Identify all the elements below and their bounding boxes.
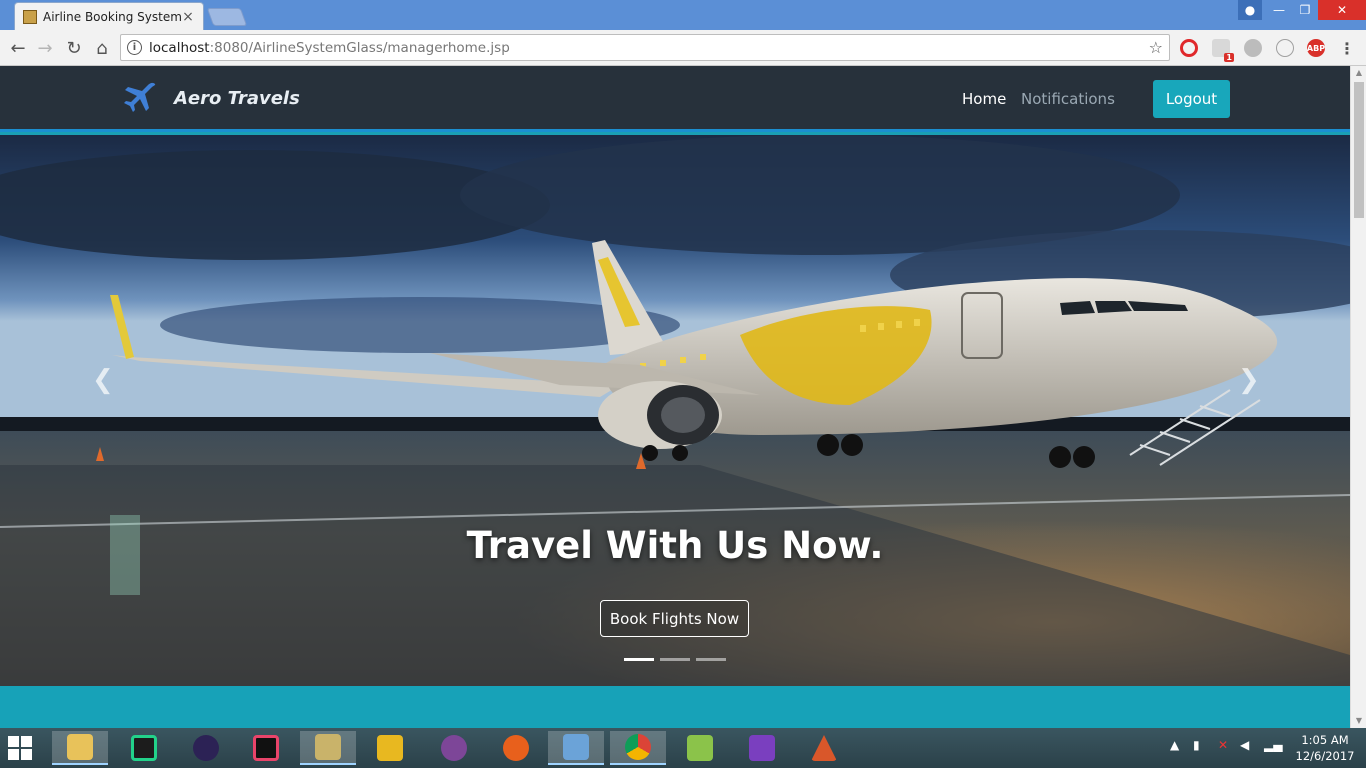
extension-icon-2[interactable] [1276, 39, 1294, 57]
eclipse-icon[interactable] [178, 731, 234, 765]
browser-tab[interactable]: Airline Booking System × [14, 2, 204, 30]
logout-button[interactable]: Logout [1153, 80, 1230, 118]
tab-close-icon[interactable]: × [181, 9, 195, 25]
pycharm-icon[interactable] [116, 731, 172, 765]
book-flights-button[interactable]: Book Flights Now [600, 600, 749, 637]
brand[interactable]: Aero Travels [122, 80, 300, 116]
extension-badge: 1 [1224, 53, 1234, 62]
signal-icon[interactable]: ▂▄ [1264, 738, 1282, 752]
back-arrow-icon[interactable]: ← [6, 36, 30, 60]
opera-extension-icon[interactable] [1180, 39, 1198, 57]
firefox-icon[interactable] [488, 731, 544, 765]
volume-icon[interactable]: ◀ [1240, 738, 1249, 752]
page-viewport: Aero Travels Home Notifications Logout ❮… [0, 66, 1350, 728]
address-bar[interactable]: i localhost:8080/AirlineSystemGlass/mana… [120, 34, 1170, 61]
tor-browser-icon[interactable] [426, 731, 482, 765]
hero-carousel: ❮ ❯ Travel With Us Now. Book Flights Now [0, 135, 1350, 686]
browser-menu-icon[interactable]: ⋮ [1338, 39, 1356, 58]
hero-caption: Travel With Us Now. [466, 524, 884, 567]
tray-expand-icon[interactable]: ▲ [1170, 738, 1179, 752]
minimize-button[interactable]: — [1266, 0, 1292, 20]
clock-time: 1:05 AM [1301, 733, 1349, 747]
app-grid-icon[interactable] [362, 731, 418, 765]
page-section-band [0, 686, 1350, 728]
site-favicon-icon [23, 9, 37, 24]
shield-extension-icon[interactable]: 1 [1212, 39, 1234, 62]
notepad-plus-plus-icon[interactable] [672, 731, 728, 765]
carousel-indicator-2[interactable] [660, 658, 690, 661]
visual-studio-icon[interactable] [734, 731, 790, 765]
bookmark-star-icon[interactable]: ☆ [1149, 38, 1163, 57]
brand-name: Aero Travels [174, 87, 300, 109]
home-icon[interactable]: ⌂ [90, 36, 114, 60]
maximize-button[interactable]: ❐ [1292, 0, 1318, 20]
nav-notifications-link[interactable]: Notifications [1021, 90, 1115, 108]
system-clock[interactable]: 1:05 AM 12/6/2017 [1290, 732, 1360, 764]
file-explorer-icon[interactable] [52, 731, 108, 765]
virtualbox-icon[interactable] [548, 731, 604, 765]
device-icon[interactable]: ▮ [1193, 738, 1200, 752]
chrome-icon[interactable] [610, 731, 666, 765]
site-info-icon[interactable]: i [127, 40, 142, 55]
scrollbar-thumb[interactable] [1354, 82, 1364, 218]
page-scrollbar[interactable]: ▲ ▼ [1350, 66, 1366, 728]
carousel-prev-icon[interactable]: ❮ [92, 365, 114, 395]
profile-icon[interactable]: ● [1238, 0, 1262, 20]
scroll-down-icon[interactable]: ▼ [1351, 714, 1366, 728]
extension-icon[interactable] [1244, 39, 1262, 57]
carousel-next-icon[interactable]: ❯ [1238, 365, 1260, 395]
carousel-indicator-1[interactable] [624, 658, 654, 661]
new-tab-button[interactable] [206, 8, 248, 26]
url-path: :8080/AirlineSystemGlass/managerhome.jsp [209, 39, 510, 56]
matlab-icon[interactable] [796, 731, 852, 765]
network-error-icon[interactable]: ✕ [1218, 738, 1228, 752]
airplane-logo-icon [124, 82, 156, 112]
site-navbar: Aero Travels Home Notifications Logout [0, 66, 1350, 132]
forward-arrow-icon[interactable]: → [33, 36, 57, 60]
windows-start-icon[interactable] [8, 736, 32, 760]
adblock-plus-icon[interactable]: ABP [1307, 39, 1325, 57]
tools-icon[interactable] [300, 731, 356, 765]
browser-toolbar: ← → ↻ ⌂ i localhost:8080/AirlineSystemGl… [0, 30, 1366, 66]
nav-home-link[interactable]: Home [962, 90, 1006, 108]
clock-date: 12/6/2017 [1295, 749, 1355, 763]
scroll-up-icon[interactable]: ▲ [1351, 66, 1366, 80]
browser-titlebar: Airline Booking System × ● — ❐ ✕ [0, 0, 1366, 30]
carousel-indicator-3[interactable] [696, 658, 726, 661]
windows-taskbar: ▲ ▮ ✕ ◀ ▂▄ 1:05 AM 12/6/2017 [0, 728, 1366, 768]
close-window-button[interactable]: ✕ [1318, 0, 1366, 20]
intellij-icon[interactable] [238, 731, 294, 765]
tab-title: Airline Booking System [43, 9, 181, 24]
reload-icon[interactable]: ↻ [62, 36, 86, 60]
url-host: localhost [149, 39, 210, 56]
carousel-indicators [624, 658, 726, 661]
